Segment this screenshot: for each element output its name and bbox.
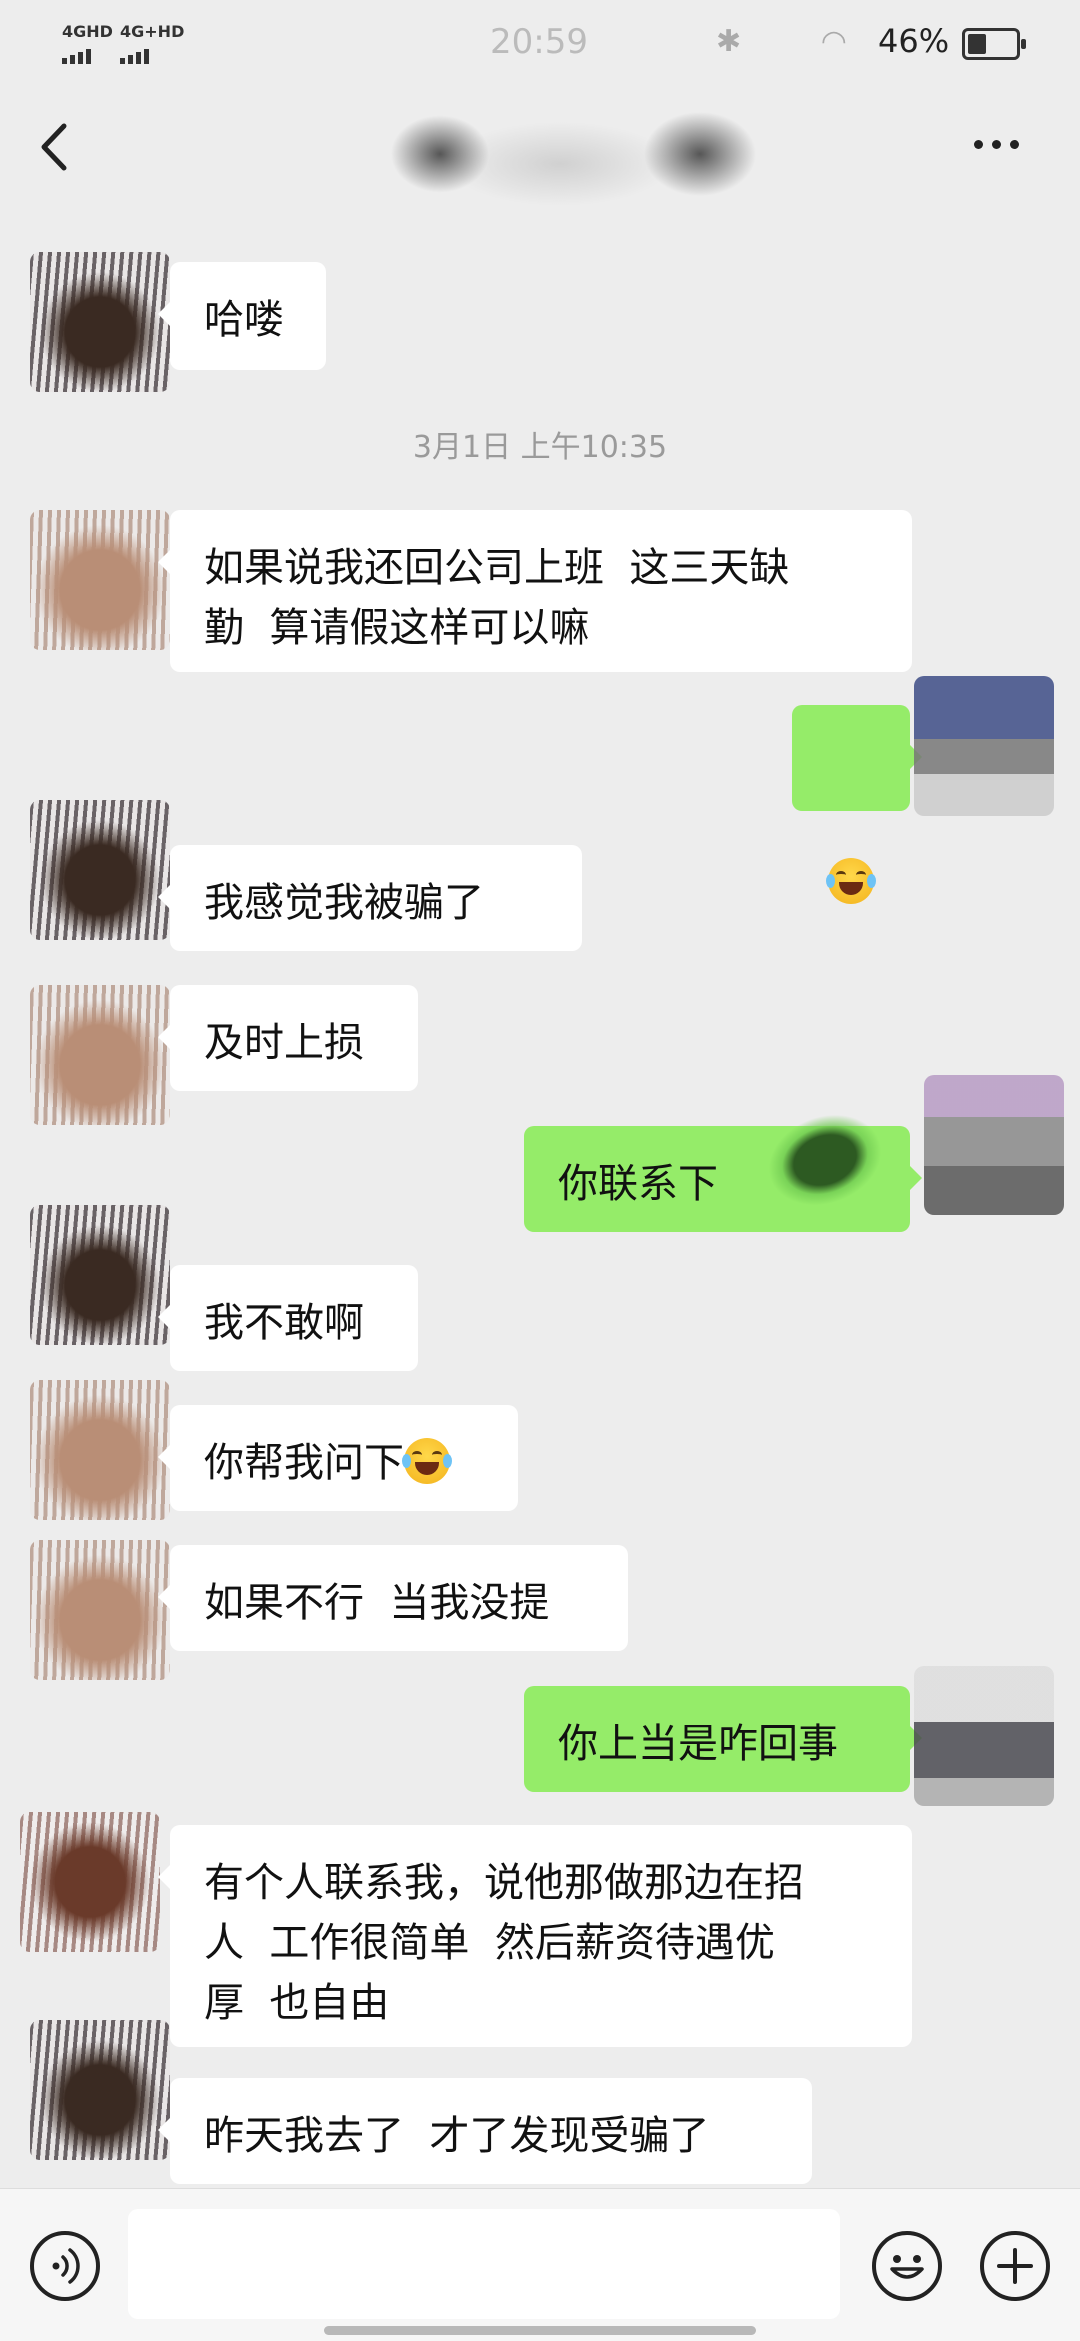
contact-avatar[interactable]	[30, 252, 170, 392]
message-text: 如果说我还回公司上班 这三天缺 勤 算请假这样可以嘛	[204, 545, 790, 651]
contact-avatar[interactable]	[30, 510, 170, 650]
contact-avatar[interactable]	[20, 1812, 160, 1952]
message-bubble-incoming[interactable]: 我感觉我被骗了	[158, 845, 582, 951]
contact-name-redacted	[300, 84, 820, 224]
emoji-icon[interactable]	[872, 2231, 942, 2301]
plus-icon[interactable]	[980, 2231, 1050, 2301]
home-indicator[interactable]	[324, 2326, 756, 2335]
more-dots-icon[interactable]	[974, 126, 1044, 166]
self-avatar[interactable]	[914, 1666, 1054, 1806]
message-text: 及时上损	[204, 1020, 364, 1066]
input-bar	[0, 2188, 1080, 2341]
clock: 20:59	[490, 22, 588, 62]
message-bubble-outgoing[interactable]	[792, 705, 922, 904]
crying-laughing-emoji-icon	[402, 1438, 452, 1484]
message-bubble-outgoing[interactable]: 你上当是咋回事	[524, 1686, 922, 1792]
battery-percent: 46%	[878, 22, 950, 60]
message-input[interactable]	[128, 2209, 840, 2319]
battery-icon	[962, 28, 1026, 60]
message-text: 你上当是咋回事	[558, 1721, 838, 1767]
voice-icon[interactable]	[30, 2231, 100, 2301]
signal-1: 4GHD	[62, 22, 113, 64]
contact-avatar[interactable]	[30, 1205, 170, 1345]
chat-header	[0, 84, 1080, 224]
message-bubble-incoming[interactable]: 及时上损	[158, 985, 418, 1091]
message-text: 昨天我去了 才了发现受骗了	[204, 2113, 710, 2159]
message-bubble-incoming[interactable]: 哈喽	[158, 262, 326, 370]
wifi-icon: ◠	[820, 24, 847, 59]
network-label-1: 4GHD	[62, 22, 113, 41]
contact-avatar[interactable]	[30, 800, 170, 940]
contact-avatar[interactable]	[30, 2020, 170, 2160]
message-bubble-incoming[interactable]: 昨天我去了 才了发现受骗了	[158, 2078, 812, 2184]
contact-avatar[interactable]	[30, 985, 170, 1125]
self-avatar[interactable]	[924, 1075, 1064, 1215]
message-bubble-incoming[interactable]: 我不敢啊	[158, 1265, 418, 1371]
message-bubble-incoming[interactable]: 如果不行 当我没提	[158, 1545, 628, 1651]
message-text: 哈喽	[204, 297, 284, 343]
back-arrow-icon[interactable]	[30, 112, 90, 182]
message-bubble-incoming[interactable]: 你帮我问下	[158, 1405, 518, 1511]
signal-2: 4G+HD	[120, 22, 184, 64]
chat-timestamp: 3月1日 上午10:35	[412, 430, 668, 465]
message-text: 我感觉我被骗了	[204, 880, 484, 926]
message-text: 你帮我问下	[204, 1440, 404, 1486]
contact-avatar[interactable]	[30, 1540, 170, 1680]
network-label-2: 4G+HD	[120, 22, 185, 41]
crying-laughing-emoji-icon	[826, 858, 876, 904]
message-bubble-incoming[interactable]: 有个人联系我，说他那做那边在招 人 工作很简单 然后薪资待遇优 厚 也自由	[158, 1825, 912, 2047]
bluetooth-icon: ✱	[716, 24, 742, 59]
status-icons: ✱ ◠	[716, 24, 847, 59]
message-text: 你联系下	[558, 1161, 718, 1207]
message-text: 如果不行 当我没提	[204, 1580, 550, 1626]
message-text: 有个人联系我，说他那做那边在招 人 工作很简单 然后薪资待遇优 厚 也自由	[204, 1860, 804, 2026]
status-bar: 4GHD 4G+HD 20:59 ✱ ◠ 46%	[0, 0, 1080, 84]
message-text: 我不敢啊	[204, 1300, 364, 1346]
message-bubble-incoming[interactable]: 如果说我还回公司上班 这三天缺 勤 算请假这样可以嘛	[158, 510, 912, 672]
self-avatar[interactable]	[914, 676, 1054, 816]
contact-avatar[interactable]	[30, 1380, 170, 1520]
